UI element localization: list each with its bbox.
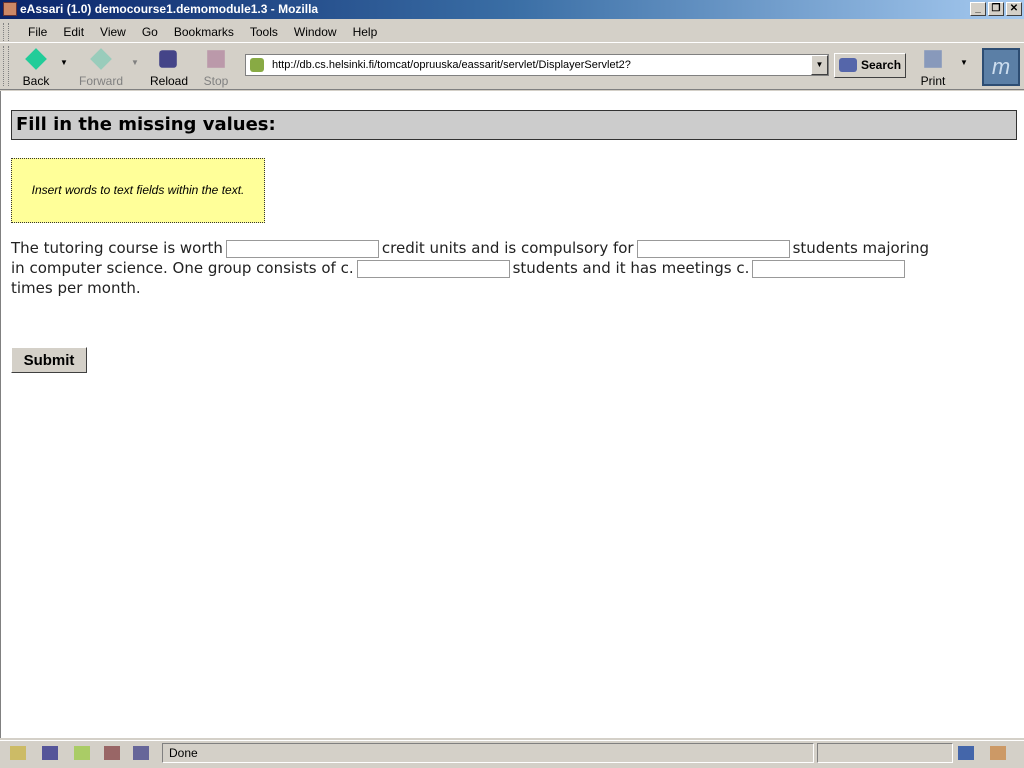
chatzilla-icon[interactable]: [133, 746, 149, 760]
url-dropdown-button[interactable]: ▼: [811, 55, 828, 75]
navigator-icon[interactable]: [10, 746, 26, 760]
navigation-toolbar: Back ▼ Forward ▼ Reload Stop http://db.c…: [0, 44, 1024, 90]
close-button[interactable]: ✕: [1006, 2, 1022, 16]
menu-tools[interactable]: Tools: [242, 25, 286, 39]
reload-icon: [159, 50, 177, 68]
meetings-field[interactable]: [752, 259, 906, 278]
forward-arrow-icon: [90, 48, 112, 70]
text-segment: students majoring: [792, 239, 930, 257]
menu-file[interactable]: File: [20, 25, 55, 39]
back-arrow-icon: [25, 48, 47, 70]
composer-icon[interactable]: [74, 746, 90, 760]
group-size-field[interactable]: [356, 259, 510, 278]
forward-history-dropdown[interactable]: ▼: [131, 58, 139, 67]
toolbar-grip[interactable]: [3, 46, 9, 86]
reload-button[interactable]: Reload: [150, 48, 188, 88]
stop-button[interactable]: Stop: [203, 48, 229, 88]
credit-units-field[interactable]: [225, 239, 379, 258]
security-lock-icon[interactable]: [990, 746, 1006, 760]
restore-button[interactable]: ❐: [988, 2, 1004, 16]
menu-view[interactable]: View: [92, 25, 134, 39]
minimize-button[interactable]: _: [970, 2, 986, 16]
app-icon: [3, 2, 17, 16]
submit-button[interactable]: Submit: [11, 347, 87, 373]
back-history-dropdown[interactable]: ▼: [60, 58, 68, 67]
url-input[interactable]: http://db.cs.helsinki.fi/tomcat/opruuska…: [245, 54, 829, 76]
menu-window[interactable]: Window: [286, 25, 345, 39]
online-status-icon[interactable]: [958, 746, 974, 760]
page-content: Fill in the missing values: Insert words…: [0, 91, 1024, 738]
window-title: eAssari (1.0) democourse1.demomodule1.3 …: [20, 2, 319, 16]
forward-button[interactable]: Forward: [78, 48, 124, 88]
text-segment: students and it has meetings c.: [512, 259, 750, 277]
text-segment: in computer science. One group consists …: [11, 259, 354, 277]
menu-go[interactable]: Go: [134, 25, 166, 39]
mail-icon[interactable]: [42, 746, 58, 760]
menu-bar: File Edit View Go Bookmarks Tools Window…: [0, 21, 1024, 43]
back-button[interactable]: Back: [20, 48, 52, 88]
search-icon: [839, 58, 857, 72]
page-heading: Fill in the missing values:: [11, 110, 1017, 140]
page-icon: [250, 58, 264, 72]
text-segment: credit units and is compulsory for: [381, 239, 634, 257]
title-bar: eAssari (1.0) democourse1.demomodule1.3 …: [0, 0, 1024, 19]
status-bar: Done: [0, 740, 1024, 764]
stop-icon: [207, 50, 225, 68]
instruction-box: Insert words to text fields within the t…: [11, 158, 265, 223]
menu-grip[interactable]: [3, 23, 9, 41]
menu-bookmarks[interactable]: Bookmarks: [166, 25, 242, 39]
text-segment: The tutoring course is worth: [11, 239, 223, 257]
search-button[interactable]: Search: [834, 53, 906, 78]
status-text: Done: [162, 743, 814, 763]
printer-icon: [924, 50, 942, 68]
compulsory-for-field[interactable]: [636, 239, 790, 258]
print-button[interactable]: Print: [920, 48, 946, 88]
mozilla-logo[interactable]: m: [982, 48, 1020, 86]
text-segment: times per month.: [11, 279, 141, 297]
menu-help[interactable]: Help: [345, 25, 386, 39]
menu-edit[interactable]: Edit: [55, 25, 92, 39]
address-book-icon[interactable]: [104, 746, 120, 760]
progress-area: [817, 743, 953, 763]
cloze-text: The tutoring course is worth credit units…: [11, 238, 929, 298]
print-dropdown[interactable]: ▼: [960, 58, 968, 67]
